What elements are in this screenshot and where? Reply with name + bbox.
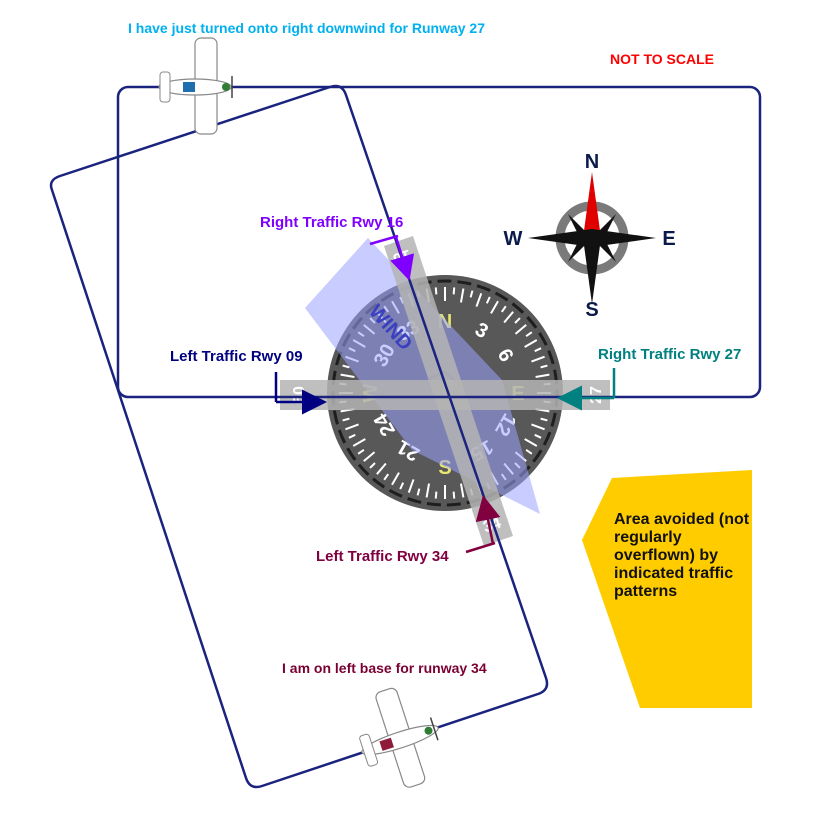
dial-tick [434,491,438,499]
pattern-label-rwy-16: Right Traffic Rwy 16 [260,214,403,231]
dial-tick [452,287,456,295]
traffic-pattern-diagram: N E S W 3 6 12 15 21 24 30 33 WIND 09 27… [0,0,836,822]
diagram-canvas: N E S W 3 6 12 15 21 24 30 33 WIND 09 27… [49,20,762,789]
compass-south: S [585,299,598,321]
caption-bottom: I am on left base for runway 34 [282,660,487,676]
pattern-label-rwy-09: Left Traffic Rwy 09 [170,348,303,365]
compass-north: N [585,151,599,173]
not-to-scale-label: NOT TO SCALE [610,51,714,67]
pattern-label-rwy-27: Right Traffic Rwy 27 [598,346,741,363]
runway-27-number: 27 [588,386,605,404]
caption-top: I have just turned onto right downwind f… [128,20,485,36]
avoided-area-label: Area avoided (not regularly overflown) b… [614,511,750,600]
pattern-label-rwy-34: Left Traffic Rwy 34 [316,548,449,565]
compass-east: E [662,228,675,250]
dial-tick [452,491,456,499]
dial-tick [434,287,438,295]
compass-west: W [504,228,523,250]
aircraft-bottom-icon [359,687,439,788]
aircraft-top-icon [158,37,233,135]
compass-rose: N E S W [504,151,676,321]
